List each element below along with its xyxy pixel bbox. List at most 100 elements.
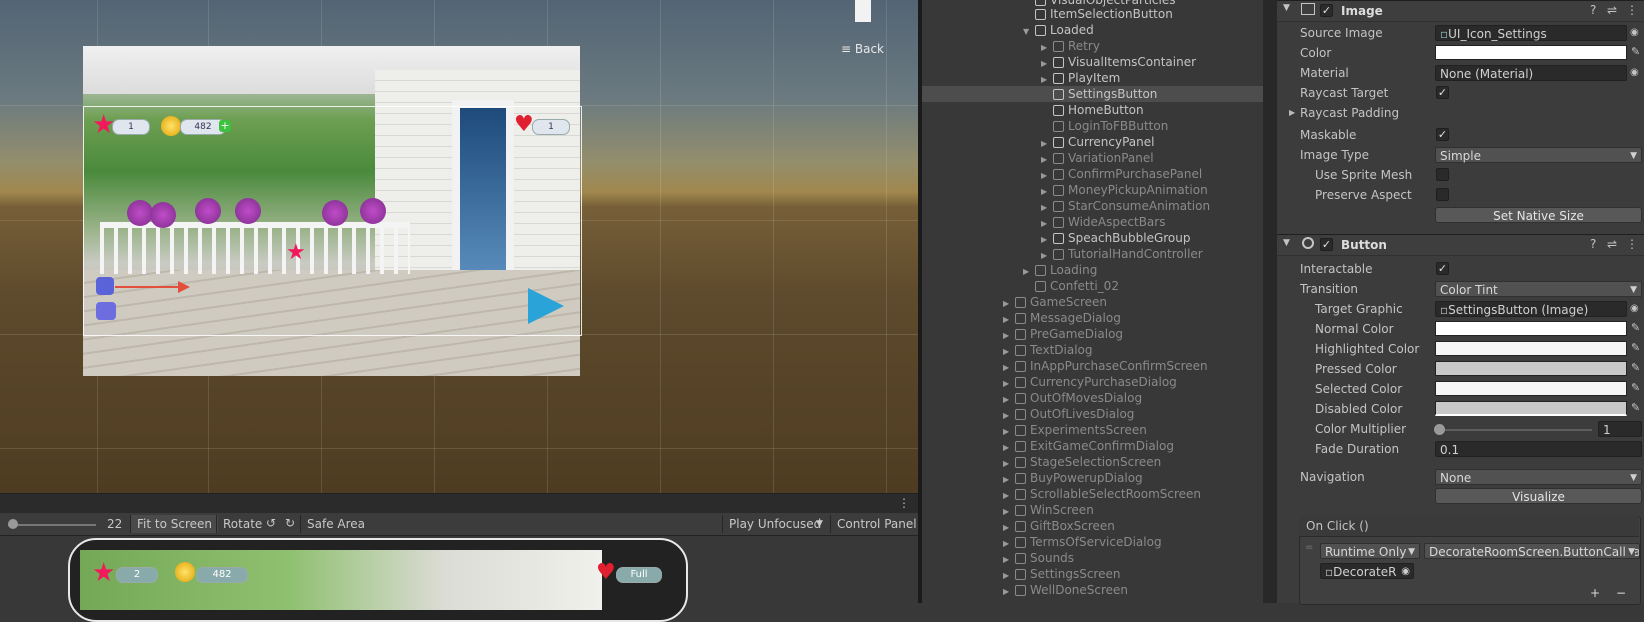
callback-object-field[interactable]: ▫DecorateR ◉ (1320, 563, 1414, 579)
eyedropper-icon[interactable]: ✎ (1631, 341, 1640, 354)
hierarchy-item[interactable]: ▶ MessageDialog (922, 310, 1267, 326)
button-enabled-checkbox[interactable]: ✓ (1320, 238, 1333, 251)
object-picker-icon[interactable]: ◉ (1630, 303, 1639, 314)
color-multiplier-slider-knob[interactable] (1434, 424, 1445, 435)
hierarchy-item[interactable]: ▶ WellDoneScreen (922, 582, 1267, 598)
hierarchy-item[interactable]: ▶ VisualItemsContainer (922, 54, 1267, 70)
rotate-left-icon[interactable]: ↺ (266, 516, 276, 530)
preset-icon[interactable]: ⇌ (1607, 237, 1617, 251)
hierarchy-item[interactable]: ▶ Retry (922, 38, 1267, 54)
hierarchy-item[interactable]: ▶ ExitGameConfirmDialog (922, 438, 1267, 454)
raycast-padding-label[interactable]: Raycast Padding (1300, 106, 1399, 120)
back-button[interactable]: ≡ Back (841, 42, 884, 56)
eyedropper-icon[interactable]: ✎ (1631, 361, 1640, 374)
expand-arrow-icon[interactable]: ▶ (1003, 584, 1015, 600)
hierarchy-item[interactable]: ▶ WinScreen (922, 502, 1267, 518)
runtime-mode-dropdown[interactable]: Runtime Only ▼ (1320, 543, 1420, 559)
hierarchy-item[interactable]: Confetti_02 (922, 278, 1267, 294)
hierarchy-item[interactable]: ▶ SettingsScreen (922, 566, 1267, 582)
star-pickup-icon[interactable]: ★ (286, 240, 306, 266)
hierarchy-item[interactable]: ▶ OutOfLivesDialog (922, 406, 1267, 422)
collapse-icon[interactable]: ▼ (1283, 3, 1290, 13)
callback-function-dropdown[interactable]: DecorateRoomScreen.ButtonCallba ▼ (1424, 543, 1640, 559)
preserve-aspect-checkbox[interactable] (1436, 188, 1449, 201)
set-native-size-button[interactable]: Set Native Size (1435, 207, 1642, 223)
image-type-dropdown[interactable]: Simple ▼ (1435, 147, 1642, 163)
hierarchy-item[interactable]: HomeButton (922, 102, 1267, 118)
hierarchy-item[interactable]: ▶ WideAspectBars (922, 214, 1267, 230)
hierarchy-item[interactable]: ▶ StarConsumeAnimation (922, 198, 1267, 214)
use-sprite-mesh-checkbox[interactable] (1436, 168, 1449, 181)
hierarchy-item[interactable]: ▼ Loaded (922, 22, 1267, 38)
remove-event-button[interactable]: − (1616, 586, 1626, 600)
material-field[interactable]: None (Material) (1435, 65, 1627, 81)
hierarchy-item[interactable]: ▶ Sounds (922, 550, 1267, 566)
eyedropper-icon[interactable]: ✎ (1631, 381, 1640, 394)
preset-icon[interactable]: ⇌ (1607, 3, 1617, 17)
help-icon[interactable]: ? (1590, 3, 1596, 17)
hierarchy-list[interactable]: VisualObjectParticles ItemSelectionButton… (922, 0, 1267, 603)
scale-slider-track[interactable] (8, 524, 96, 526)
expand-arrow-icon[interactable]: ▶ (1289, 108, 1295, 117)
hierarchy-item[interactable]: ▶ InAppPurchaseConfirmScreen (922, 358, 1267, 374)
hierarchy-item[interactable]: SettingsButton (922, 86, 1267, 102)
heart-icon[interactable]: ♥ (514, 114, 534, 136)
target-graphic-field[interactable]: ▫SettingsButton (Image) (1435, 301, 1627, 317)
object-picker-icon[interactable]: ◉ (1630, 67, 1639, 78)
scale-slider-knob[interactable] (8, 519, 18, 529)
selected-color-field[interactable] (1435, 381, 1627, 396)
rotate-button[interactable]: Rotate (216, 515, 268, 533)
hierarchy-item[interactable]: ▶ StageSelectionScreen (922, 454, 1267, 470)
hierarchy-item[interactable]: ▶ CurrencyPurchaseDialog (922, 374, 1267, 390)
hierarchy-item[interactable]: ▶ GiftBoxScreen (922, 518, 1267, 534)
hierarchy-item[interactable]: ▶ GameScreen (922, 294, 1267, 310)
hierarchy-item[interactable]: ▶ MoneyPickupAnimation (922, 182, 1267, 198)
highlighted-color-field[interactable] (1435, 341, 1627, 356)
add-event-button[interactable]: + (1590, 586, 1600, 600)
fit-to-screen-button[interactable]: Fit to Screen (130, 515, 218, 533)
hierarchy-item[interactable]: ▶ TutorialHandController (922, 246, 1267, 262)
normal-color-field[interactable] (1435, 321, 1627, 336)
disabled-color-field[interactable] (1435, 401, 1627, 416)
hierarchy-item[interactable]: ItemSelectionButton (922, 6, 1267, 22)
component-menu-icon[interactable]: ⋮ (1626, 3, 1638, 17)
eyedropper-icon[interactable]: ✎ (1631, 45, 1640, 58)
safe-area-button[interactable]: Safe Area (300, 515, 371, 533)
color-field[interactable] (1435, 45, 1627, 60)
hierarchy-item[interactable]: ▶ Loading (922, 262, 1267, 278)
panel-divider[interactable] (1263, 0, 1277, 603)
add-coins-icon[interactable]: + (219, 120, 231, 132)
color-multiplier-slider-track[interactable] (1440, 429, 1592, 431)
component-menu-icon[interactable]: ⋮ (1626, 237, 1638, 251)
interactable-checkbox[interactable]: ✓ (1436, 262, 1449, 275)
drag-handle-icon[interactable]: = (1305, 542, 1313, 553)
play-button-icon[interactable] (528, 288, 564, 324)
hierarchy-item[interactable]: ▶ ExperimentsScreen (922, 422, 1267, 438)
move-handle-arrow[interactable] (115, 286, 185, 288)
hierarchy-item[interactable]: ▶ CurrencyPanel (922, 134, 1267, 150)
hierarchy-item[interactable]: ▶ TextDialog (922, 342, 1267, 358)
raycast-target-checkbox[interactable]: ✓ (1436, 86, 1449, 99)
collapse-icon[interactable]: ▼ (1283, 238, 1290, 248)
hierarchy-item[interactable]: ▶ BuyPowerupDialog (922, 470, 1267, 486)
more-options-icon[interactable]: ⋮ (898, 496, 910, 510)
eyedropper-icon[interactable]: ✎ (1631, 401, 1640, 414)
hierarchy-item[interactable]: ▶ PreGameDialog (922, 326, 1267, 342)
transition-dropdown[interactable]: Color Tint ▼ (1435, 281, 1642, 297)
pressed-color-field[interactable] (1435, 361, 1627, 376)
hierarchy-item[interactable]: ▶ VariationPanel (922, 150, 1267, 166)
hierarchy-item[interactable]: ▶ SpeachBubbleGroup (922, 230, 1267, 246)
play-unfocused-dropdown[interactable]: Play Unfocused (722, 515, 827, 533)
hierarchy-item[interactable]: ▶ ConfirmPurchasePanel (922, 166, 1267, 182)
hierarchy-item[interactable]: ▶ ScrollableSelectRoomScreen (922, 486, 1267, 502)
image-enabled-checkbox[interactable]: ✓ (1320, 4, 1333, 17)
hierarchy-item[interactable]: ▶ TermsOfServiceDialog (922, 534, 1267, 550)
color-multiplier-field[interactable]: 1 (1598, 421, 1642, 437)
maskable-checkbox[interactable]: ✓ (1436, 128, 1449, 141)
object-picker-icon[interactable]: ◉ (1630, 27, 1639, 38)
settings-button-icon[interactable] (96, 277, 114, 295)
control-panel-button[interactable]: Control Panel (830, 515, 923, 533)
fade-duration-field[interactable]: 0.1 (1435, 441, 1642, 457)
scene-gizmo-icon[interactable] (855, 0, 871, 22)
hierarchy-item[interactable]: LoginToFBButton (922, 118, 1267, 134)
